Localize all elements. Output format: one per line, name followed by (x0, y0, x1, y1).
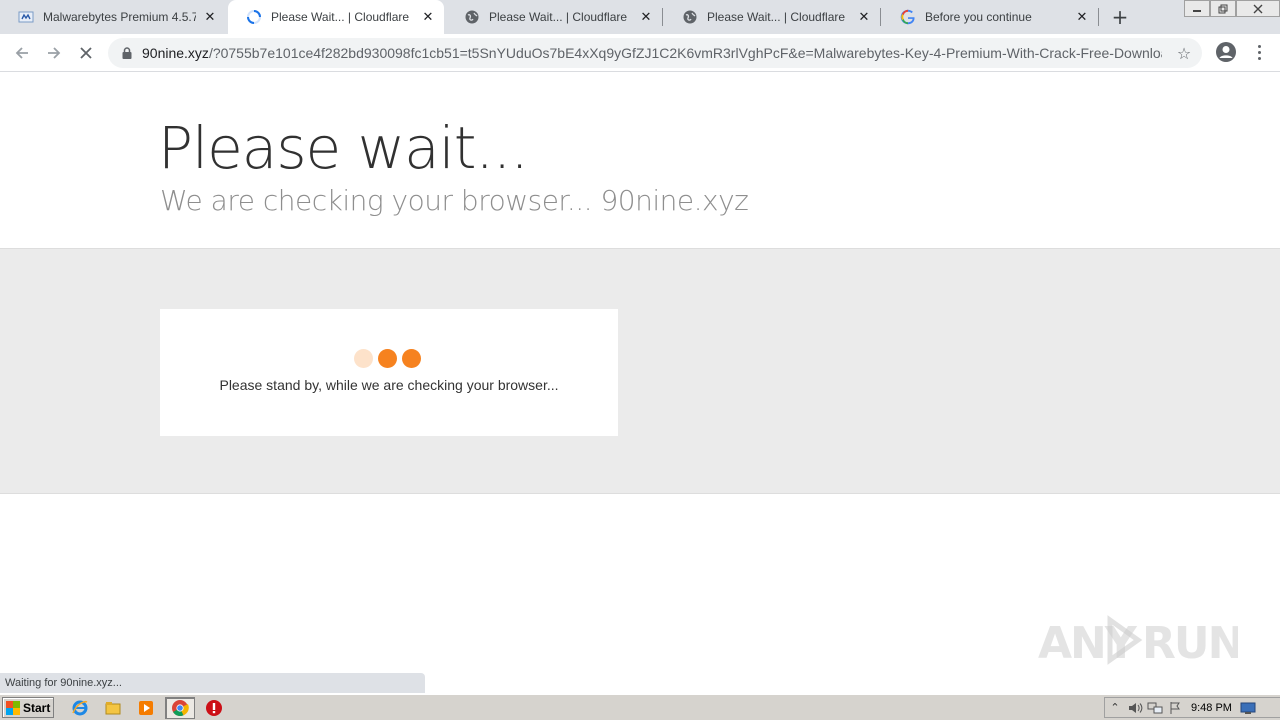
loading-spinner-icon (246, 9, 262, 25)
browser-menu-button[interactable] (1250, 40, 1268, 64)
challenge-card: Please stand by, while we are checking y… (160, 309, 618, 436)
standby-message: Please stand by, while we are checking y… (219, 377, 559, 393)
loading-dot (354, 349, 373, 368)
chevron-up-icon[interactable]: ⌃ (1105, 699, 1125, 717)
address-bar[interactable]: 90nine.xyz/?0755b7e101ce4f282bd930098fc1… (108, 38, 1202, 68)
chrome-taskbar-button[interactable] (165, 697, 195, 719)
anyrun-logo-icon: ANY RUN (1038, 615, 1238, 669)
anyrun-watermark: ANY RUN (1038, 608, 1238, 672)
tab-cloudflare-3[interactable]: Please Wait... | Cloudflare ✕ (664, 0, 880, 34)
internet-explorer-icon[interactable] (70, 698, 90, 718)
tab-strip: Malwarebytes Premium 4.5.7.27 ✕ Please W… (0, 0, 1280, 34)
url-text[interactable]: 90nine.xyz/?0755b7e101ce4f282bd930098fc1… (142, 45, 1162, 61)
file-explorer-icon[interactable] (103, 698, 123, 718)
close-window-button[interactable] (1236, 0, 1280, 17)
tab-separator (1098, 8, 1099, 26)
network-icon[interactable] (1145, 699, 1165, 717)
google-icon (900, 9, 916, 25)
action-center-flag-icon[interactable] (1165, 699, 1185, 717)
close-icon (1253, 4, 1263, 13)
new-tab-button[interactable]: + (1108, 5, 1132, 29)
content-band: Please stand by, while we are checking y… (0, 248, 1280, 494)
tab-separator (880, 8, 881, 26)
browser-toolbar: 90nine.xyz/?0755b7e101ce4f282bd930098fc1… (0, 34, 1280, 72)
svg-text:RUN: RUN (1142, 618, 1238, 669)
back-button[interactable] (9, 40, 35, 66)
arrow-left-icon (15, 47, 28, 59)
start-button[interactable]: Start (2, 697, 54, 718)
globe-icon (464, 9, 480, 25)
close-icon[interactable]: ✕ (1074, 9, 1090, 25)
tab-cloudflare-2[interactable]: Please Wait... | Cloudflare ✕ (446, 0, 662, 34)
arrow-right-icon (48, 47, 61, 59)
windows-logo-icon (6, 700, 20, 715)
loading-dots (354, 349, 421, 368)
url-path: /?0755b7e101ce4f282bd930098fc1cb51=t5SnY… (208, 45, 1162, 61)
tab-title: Please Wait... | Cloudflare (707, 10, 846, 24)
malwarebytes-icon (18, 9, 34, 25)
profile-avatar-icon[interactable] (1214, 40, 1238, 64)
tab-title: Please Wait... | Cloudflare (489, 10, 628, 24)
tab-title: Before you continue (925, 10, 1032, 24)
minimize-icon (1193, 9, 1201, 12)
page-title: Please wait... (158, 114, 529, 182)
url-host: 90nine.xyz (142, 45, 209, 61)
minimize-button[interactable] (1184, 0, 1210, 17)
tab-title: Malwarebytes Premium 4.5.7.27 (43, 10, 196, 24)
header-section: Please wait... We are checking your brow… (0, 72, 1280, 248)
forward-button[interactable] (41, 40, 67, 66)
tab-malwarebytes[interactable]: Malwarebytes Premium 4.5.7.27 ✕ (0, 0, 226, 34)
system-tray: ⌃ 9:48 PM (1104, 697, 1280, 718)
volume-icon[interactable] (1125, 699, 1145, 717)
chrome-icon (172, 700, 189, 716)
svg-text:ANY: ANY (1038, 618, 1138, 669)
show-desktop-icon[interactable] (1238, 699, 1258, 717)
globe-icon (682, 9, 698, 25)
close-icon[interactable]: ✕ (638, 9, 654, 25)
start-label: Start (23, 700, 51, 715)
opera-icon[interactable] (204, 698, 224, 718)
window-controls (1184, 0, 1280, 18)
stop-loading-button[interactable] (73, 40, 99, 66)
taskbar-clock[interactable]: 9:48 PM (1191, 702, 1232, 714)
tab-title: Please Wait... | Cloudflare (271, 10, 410, 24)
restore-button[interactable] (1210, 0, 1236, 17)
close-icon[interactable]: ✕ (420, 9, 436, 25)
stop-x-icon (80, 47, 92, 59)
loading-dot (378, 349, 397, 368)
loading-dot (402, 349, 421, 368)
tab-separator (662, 8, 663, 26)
tab-cloudflare-active[interactable]: Please Wait... | Cloudflare ✕ (228, 0, 444, 34)
restore-icon (1218, 4, 1228, 13)
lock-icon (122, 47, 132, 59)
media-player-icon[interactable] (136, 698, 156, 718)
status-bubble: Waiting for 90nine.xyz... (0, 673, 425, 693)
bookmark-star-icon[interactable]: ☆ (1174, 43, 1194, 63)
tab-before-you-continue[interactable]: Before you continue ✕ (882, 0, 1098, 34)
close-icon[interactable]: ✕ (856, 9, 872, 25)
windows-taskbar: Start ⌃ 9:48 PM (0, 694, 1280, 720)
page-subtitle: We are checking your browser... 90nine.x… (160, 184, 749, 217)
close-icon[interactable]: ✕ (202, 9, 218, 25)
